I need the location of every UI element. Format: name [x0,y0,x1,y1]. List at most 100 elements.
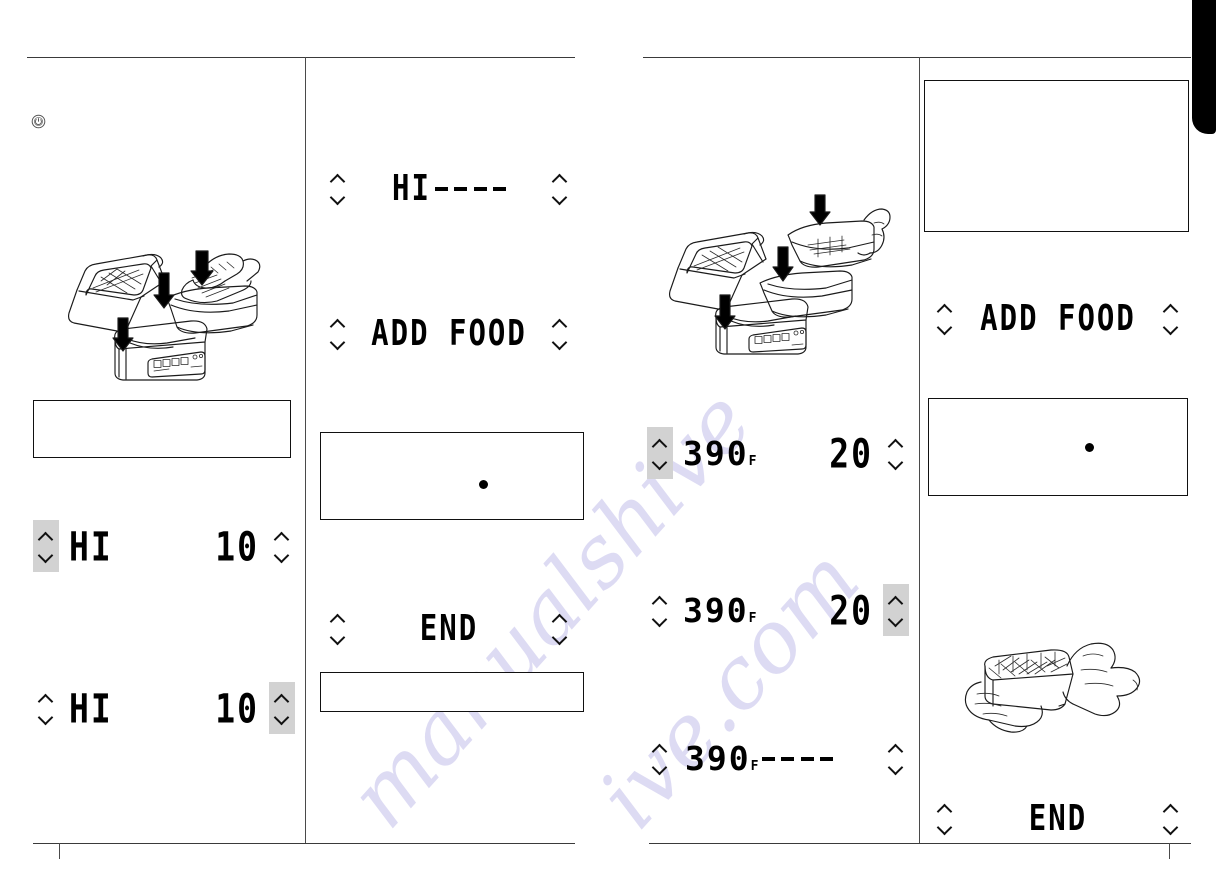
chevron-pair-right-time[interactable] [1158,792,1184,844]
chevron-down-icon[interactable] [889,615,904,624]
chevron-pair-left-temp[interactable] [932,292,958,344]
chevron-up-icon[interactable] [653,440,668,449]
right-col-d-intro-box [924,80,1189,232]
lcd-temp-value: 390 [683,433,749,473]
watermark-right: ive.com [580,530,880,847]
chevron-down-icon[interactable] [889,458,904,467]
lcd-temp-group: 390F [685,742,758,775]
chevron-down-icon[interactable] [275,713,290,722]
display-hi-preheat-dashes: HI [325,160,573,216]
chevron-pair-right-time[interactable] [883,584,909,636]
chevron-down-icon[interactable] [275,551,290,560]
chevron-pair-right-time[interactable] [1158,292,1184,344]
manual-page-spread: manualshive ive.com HI 10 HI 10 HI ADD F… [0,0,1216,893]
lcd-temp-unit: F [750,758,759,774]
lcd-message: ADD FOOD [371,311,527,354]
chevron-up-icon[interactable] [653,745,668,754]
chevron-pair-right-time[interactable] [269,682,295,734]
left-col-a-tip-box [33,400,291,458]
chevron-up-icon[interactable] [275,695,290,704]
chevron-up-icon[interactable] [553,320,568,329]
lcd-time-value: 10 [215,522,259,570]
chevron-down-icon[interactable] [938,823,953,832]
lcd-temp-unit: F [748,453,757,469]
lcd-temp-group: 390F [683,437,756,470]
right-col-d-caution-box [928,398,1188,496]
lcd-message: END [1028,796,1088,839]
chevron-down-icon[interactable] [331,193,346,202]
chevron-pair-left-temp[interactable] [647,427,673,479]
chevron-up-icon[interactable] [889,745,904,754]
chevron-up-icon[interactable] [331,175,346,184]
chevron-up-icon[interactable] [331,320,346,329]
lcd-message: END [419,606,479,649]
display-390-20-temp-selected: 390F 20 [647,425,909,481]
display-add-food-right: ADD FOOD [932,290,1184,346]
left-page-bottom-rule [33,843,575,844]
chevron-pair-right-time[interactable] [883,732,909,784]
bullet-dot-icon [1085,443,1094,452]
chevron-pair-left-temp[interactable] [325,307,351,359]
chevron-pair-left-temp[interactable] [33,682,59,734]
chevron-pair-left-temp[interactable] [325,162,351,214]
lcd-temp-value: HI [69,684,113,732]
lcd-temp-group: 390F [683,594,756,627]
chevron-up-icon[interactable] [331,615,346,624]
chevron-up-icon[interactable] [889,440,904,449]
chevron-up-icon[interactable] [1164,305,1179,314]
chevron-down-icon[interactable] [553,338,568,347]
lcd-screen: END [351,610,547,645]
chevron-down-icon[interactable] [331,338,346,347]
display-add-food-left: ADD FOOD [325,305,573,361]
chevron-up-icon[interactable] [938,805,953,814]
chevron-down-icon[interactable] [889,763,904,772]
display-hi-10-temp-selected: HI 10 [33,518,295,574]
chevron-pair-left-temp[interactable] [33,520,59,572]
chevron-up-icon[interactable] [39,695,54,704]
chevron-down-icon[interactable] [653,615,668,624]
chevron-up-icon[interactable] [553,175,568,184]
chevron-pair-left-temp[interactable] [325,602,351,654]
lcd-temp-value: 390 [683,590,749,630]
chevron-down-icon[interactable] [553,193,568,202]
left-page-column-divider [305,57,306,843]
display-hi-10-time-selected: HI 10 [33,680,295,736]
chevron-pair-left-temp[interactable] [647,732,673,784]
chevron-pair-right-time[interactable] [547,602,573,654]
chevron-down-icon[interactable] [39,551,54,560]
illustration-shake-basket [955,622,1155,734]
chevron-pair-right-time[interactable] [547,162,573,214]
chevron-up-icon[interactable] [39,533,54,542]
left-col-b-caution-box [320,432,584,520]
lcd-temp-value: HI [392,166,431,209]
chevron-up-icon[interactable] [553,615,568,624]
chevron-pair-right-time[interactable] [547,307,573,359]
chevron-down-icon[interactable] [1164,323,1179,332]
chevron-down-icon[interactable] [553,633,568,642]
right-page-top-rule [643,57,1191,58]
chevron-up-icon[interactable] [938,305,953,314]
chevron-pair-right-time[interactable] [269,520,295,572]
lcd-time-value: 10 [215,684,259,732]
chevron-pair-right-time[interactable] [883,427,909,479]
display-end-left: END [325,600,573,656]
chevron-up-icon[interactable] [889,597,904,606]
chevron-pair-left-temp[interactable] [647,584,673,636]
lcd-blank-digits [434,187,506,191]
chevron-down-icon[interactable] [653,458,668,467]
illustration-grill-add-food-right [668,194,896,355]
chevron-down-icon[interactable] [331,633,346,642]
lcd-time-value: 20 [829,429,873,477]
chevron-up-icon[interactable] [1164,805,1179,814]
chevron-pair-left-temp[interactable] [932,792,958,844]
power-standby-icon [31,114,46,129]
chevron-down-icon[interactable] [1164,823,1179,832]
lcd-temp-unit: F [748,610,757,626]
chevron-up-icon[interactable] [275,533,290,542]
chevron-down-icon[interactable] [39,713,54,722]
chevron-down-icon[interactable] [938,323,953,332]
chevron-up-icon[interactable] [653,597,668,606]
chevron-down-icon[interactable] [653,763,668,772]
lcd-temp-value: HI [69,522,113,570]
lcd-screen: 390F 20 [673,590,883,630]
